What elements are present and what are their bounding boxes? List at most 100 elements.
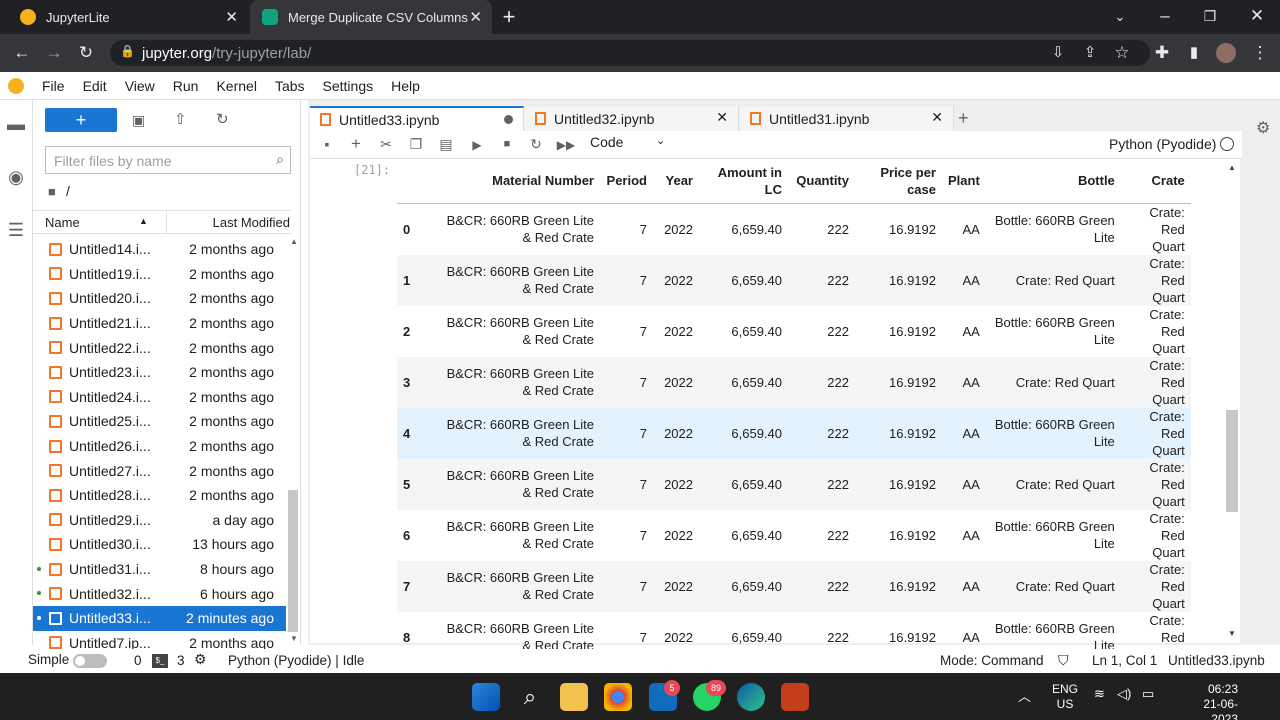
upload-icon[interactable]: ⇧ bbox=[174, 110, 187, 128]
side-panel-icon[interactable]: ▮ bbox=[1182, 41, 1206, 65]
minimize-icon[interactable]: – bbox=[1153, 4, 1177, 28]
save-icon[interactable]: ▪ bbox=[317, 136, 337, 152]
file-list-item[interactable]: Untitled27.i... 2 months ago bbox=[33, 458, 286, 483]
trust-shield-icon[interactable]: ⛉ bbox=[1058, 652, 1069, 669]
file-list-item[interactable]: Untitled22.i... 2 months ago bbox=[33, 335, 286, 360]
profile-avatar[interactable] bbox=[1216, 43, 1236, 63]
file-list-item[interactable]: Untitled14.i... 2 months ago bbox=[33, 237, 286, 262]
close-window-icon[interactable]: ✕ bbox=[1245, 4, 1269, 28]
forward-icon[interactable]: → bbox=[42, 41, 66, 65]
address-bar[interactable]: 🔒 jupyter.org/try-jupyter/lab/ bbox=[110, 40, 1150, 66]
cut-icon[interactable]: ✂ bbox=[376, 136, 396, 153]
copy-icon[interactable]: ❐ bbox=[406, 136, 426, 153]
terminal-icon[interactable]: $_ bbox=[152, 654, 168, 668]
refresh-icon[interactable]: ↻ bbox=[216, 110, 229, 128]
menu-file[interactable]: File bbox=[42, 78, 65, 94]
file-list-item[interactable]: Untitled21.i... 2 months ago bbox=[33, 311, 286, 336]
insert-cell-icon[interactable]: + bbox=[346, 134, 366, 154]
cursor-position[interactable]: Ln 1, Col 1 bbox=[1092, 653, 1157, 668]
file-list-item[interactable]: Untitled33.i... 2 minutes ago bbox=[33, 606, 286, 631]
close-icon[interactable]: ✕ bbox=[716, 109, 728, 126]
menu-kernel[interactable]: Kernel bbox=[216, 78, 256, 94]
new-tab-icon[interactable]: + bbox=[497, 5, 521, 29]
tab-untitled31[interactable]: Untitled31.ipynb ✕ bbox=[740, 106, 954, 131]
kernel-gear-icon[interactable]: ⚙ bbox=[194, 651, 207, 668]
notebook-mode[interactable]: Mode: Command bbox=[940, 653, 1044, 668]
add-tab-icon[interactable]: + bbox=[958, 108, 969, 129]
battery-icon[interactable]: ▭ bbox=[1142, 686, 1154, 702]
chrome-menu-icon[interactable]: ⋮ bbox=[1248, 41, 1272, 65]
scroll-down-icon[interactable]: ▼ bbox=[290, 634, 298, 643]
folder-icon[interactable]: ▬ bbox=[5, 114, 27, 136]
menu-settings[interactable]: Settings bbox=[323, 78, 374, 94]
menu-view[interactable]: View bbox=[125, 78, 155, 94]
filter-files-input[interactable]: Filter files by name ⌕ bbox=[45, 146, 291, 174]
stop-icon[interactable]: ■ bbox=[497, 138, 517, 150]
file-list-item[interactable]: Untitled32.i... 6 hours ago bbox=[33, 581, 286, 606]
menu-tabs[interactable]: Tabs bbox=[275, 78, 305, 94]
file-list-item[interactable]: Untitled24.i... 2 months ago bbox=[33, 385, 286, 410]
close-tab-icon[interactable]: ✕ bbox=[225, 8, 238, 26]
wifi-icon[interactable]: ≋ bbox=[1094, 686, 1105, 702]
cell-type-select[interactable]: Code ⌄ bbox=[590, 134, 670, 154]
kernel-status[interactable]: Python (Pyodide) | Idle bbox=[228, 653, 364, 668]
file-list-item[interactable]: Untitled31.i... 8 hours ago bbox=[33, 557, 286, 582]
browser-tab-merge[interactable]: Merge Duplicate CSV Columns ✕ bbox=[250, 0, 492, 34]
volume-icon[interactable]: ◁) bbox=[1117, 686, 1131, 702]
back-icon[interactable]: ← bbox=[10, 41, 34, 65]
restore-icon[interactable]: ❐ bbox=[1198, 4, 1222, 28]
notebook-scrollbar[interactable] bbox=[1226, 410, 1238, 512]
running-icon[interactable]: ◉ bbox=[5, 167, 27, 189]
extensions-icon[interactable]: ✚ bbox=[1150, 41, 1174, 65]
column-last-modified[interactable]: Last Modified bbox=[213, 215, 290, 230]
run-icon[interactable]: ▶ bbox=[467, 138, 487, 152]
bookmark-star-icon[interactable]: ☆ bbox=[1110, 41, 1134, 65]
close-icon[interactable]: ✕ bbox=[931, 109, 943, 126]
file-list-item[interactable]: Untitled20.i... 2 months ago bbox=[33, 286, 286, 311]
tray-chevron-up-icon[interactable]: ︿ bbox=[1018, 686, 1031, 705]
toc-icon[interactable]: ☰ bbox=[5, 220, 27, 242]
file-list-item[interactable]: Untitled30.i... 13 hours ago bbox=[33, 532, 286, 557]
file-list-item[interactable]: Untitled28.i... 2 months ago bbox=[33, 483, 286, 508]
scroll-down-icon[interactable]: ▼ bbox=[1228, 629, 1236, 638]
install-icon[interactable]: ⇩ bbox=[1046, 41, 1070, 65]
restart-icon[interactable]: ↻ bbox=[526, 136, 546, 153]
file-list-item[interactable]: Untitled29.i... a day ago bbox=[33, 508, 286, 533]
scroll-up-icon[interactable]: ▲ bbox=[290, 237, 298, 246]
chrome-icon[interactable] bbox=[604, 683, 632, 711]
wps-office-icon[interactable] bbox=[781, 683, 809, 711]
language-indicator[interactable]: ENG US bbox=[1052, 682, 1078, 712]
fast-forward-icon[interactable]: ▶▶ bbox=[556, 138, 576, 152]
menu-run[interactable]: Run bbox=[173, 78, 199, 94]
unsaved-dot-icon[interactable] bbox=[504, 115, 513, 124]
close-tab-icon[interactable]: ✕ bbox=[469, 8, 482, 26]
menu-help[interactable]: Help bbox=[391, 78, 420, 94]
share-icon[interactable]: ⇪ bbox=[1078, 41, 1102, 65]
file-list-scrollbar[interactable] bbox=[288, 490, 298, 632]
tab-search-icon[interactable]: ⌄ bbox=[1108, 5, 1132, 29]
property-inspector-gear-icon[interactable]: ⚙ bbox=[1256, 118, 1270, 138]
search-icon[interactable]: ⌕ bbox=[516, 683, 544, 711]
browser-tab-jupyterlite[interactable]: JupyterLite ✕ bbox=[8, 0, 248, 34]
tab-untitled32[interactable]: Untitled32.ipynb ✕ bbox=[525, 106, 739, 131]
file-explorer-icon[interactable] bbox=[560, 683, 588, 711]
column-name[interactable]: Name bbox=[45, 215, 80, 230]
start-icon[interactable] bbox=[472, 683, 500, 711]
reload-icon[interactable]: ↻ bbox=[74, 41, 98, 65]
scroll-up-icon[interactable]: ▲ bbox=[1228, 163, 1236, 172]
breadcrumb-home-icon[interactable]: ■ bbox=[48, 184, 56, 199]
tab-untitled33[interactable]: Untitled33.ipynb bbox=[310, 106, 524, 131]
kernel-name[interactable]: Python (Pyodide) bbox=[1109, 136, 1216, 152]
breadcrumb[interactable]: / bbox=[66, 183, 70, 199]
simple-mode-toggle[interactable] bbox=[73, 654, 107, 668]
new-folder-icon[interactable]: ▣ bbox=[132, 112, 145, 129]
file-list-item[interactable]: Untitled23.i... 2 months ago bbox=[33, 360, 286, 385]
edge-icon[interactable] bbox=[737, 683, 765, 711]
clock[interactable]: 06:23 21-06-2023 bbox=[1178, 682, 1238, 720]
menu-edit[interactable]: Edit bbox=[83, 78, 107, 94]
file-list-item[interactable]: Untitled26.i... 2 months ago bbox=[33, 434, 286, 459]
file-list-item[interactable]: Untitled25.i... 2 months ago bbox=[33, 409, 286, 434]
new-launcher-button[interactable]: + bbox=[45, 108, 117, 132]
paste-icon[interactable]: ▤ bbox=[436, 136, 456, 153]
file-list-item[interactable]: Untitled19.i... 2 months ago bbox=[33, 262, 286, 287]
